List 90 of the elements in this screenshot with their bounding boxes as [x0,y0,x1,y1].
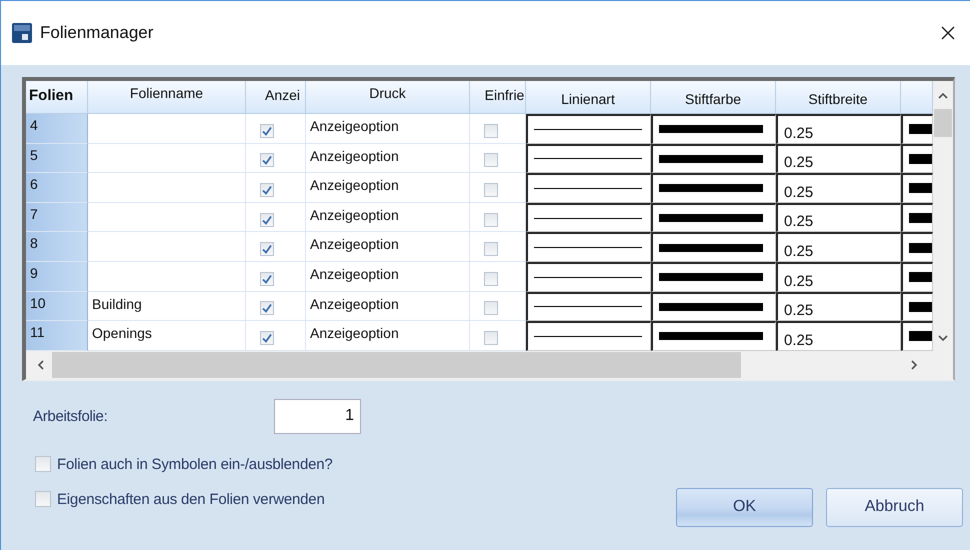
pen-color-swatch[interactable] [651,321,776,351]
color-swatch[interactable] [901,202,933,232]
checkbox-label[interactable]: Folien auch in Symbolen ein-/ausblenden? [57,456,333,473]
column-header[interactable]: Folienname [88,81,246,114]
row-header[interactable]: 4 [26,114,88,144]
row-header[interactable]: 5 [26,144,88,174]
line-style-swatch[interactable] [526,114,651,144]
table-cell: Anzeigeoption [306,232,470,262]
column-header[interactable]: Druck [306,81,470,114]
line-style-swatch[interactable] [526,173,651,203]
table-cell[interactable]: 0.25 [776,292,901,322]
ok-button[interactable]: OK [676,488,813,527]
table-cell[interactable]: 0.25 [776,114,901,144]
table-cell: Anzeigeoption [306,144,470,174]
table-cell: Building [88,292,246,322]
scroll-up-icon[interactable] [938,91,948,101]
checkbox[interactable] [260,182,274,197]
column-header[interactable]: Einfrie [470,81,526,114]
field-label: Arbeitsfolie: [33,408,108,425]
checkbox[interactable] [35,456,51,472]
line-style-swatch[interactable] [526,202,651,232]
table-cell: Anzeigeoption [306,114,470,144]
row-header[interactable]: 7 [26,202,88,232]
table-cell[interactable]: 0.25 [776,202,901,232]
table-cell[interactable]: 0.25 [776,232,901,262]
pen-color-swatch[interactable] [651,173,776,203]
checkbox[interactable] [484,301,498,316]
checkbox[interactable] [484,182,498,197]
table-cell[interactable]: 0.25 [776,321,901,351]
color-swatch[interactable] [901,292,933,322]
checkbox[interactable] [484,272,498,286]
table-cell[interactable]: 0.25 [776,262,901,292]
line-style-swatch[interactable] [526,144,651,174]
checkbox-label[interactable]: Eigenschaften aus den Folien verwenden [57,490,325,508]
table-cell: Anzeigeoption [306,292,470,322]
table-cell[interactable]: 0.25 [776,144,901,174]
scroll-left-icon[interactable] [36,360,46,370]
vertical-scrollbar[interactable] [933,81,953,351]
color-swatch[interactable] [901,114,933,144]
color-swatch[interactable] [901,321,933,351]
close-icon[interactable] [940,25,956,41]
checkbox[interactable] [484,124,498,138]
scroll-thumb[interactable] [52,352,742,378]
app-logo-icon [12,23,32,43]
table-cell[interactable]: 0.25 [776,173,901,203]
scroll-thumb[interactable] [934,109,952,137]
row-header[interactable]: 10 [26,292,88,322]
checkbox[interactable] [484,153,498,168]
row-header[interactable]: 8 [26,232,88,262]
cancel-button[interactable]: Abbruch [826,488,963,527]
checkbox[interactable] [484,242,498,256]
checkbox[interactable] [260,301,274,316]
column-header[interactable]: Anzei [246,81,306,114]
checkbox[interactable] [35,491,51,508]
checkbox[interactable] [484,212,498,227]
column-header[interactable]: Stiftbreite [776,81,901,114]
checkbox[interactable] [260,124,274,138]
color-swatch[interactable] [901,262,933,292]
column-header[interactable]: Folien [26,81,88,114]
line-style-swatch[interactable] [526,292,651,322]
checkbox[interactable] [260,330,274,345]
pen-color-swatch[interactable] [651,202,776,232]
checkbox[interactable] [260,153,274,168]
pen-color-swatch[interactable] [651,144,776,174]
table-cell: Anzeigeoption [306,202,470,232]
pen-color-swatch[interactable] [651,262,776,292]
line-style-swatch[interactable] [526,262,651,292]
table-cell: Anzeigeoption [306,173,470,203]
column-header[interactable]: Stiftfarbe [651,81,776,114]
pen-color-swatch[interactable] [651,292,776,322]
line-style-swatch[interactable] [526,321,651,351]
scroll-right-icon[interactable] [909,360,920,370]
row-header[interactable]: 6 [26,173,88,203]
input-field[interactable]: 1 [274,398,361,434]
pen-color-swatch[interactable] [651,114,776,144]
checkbox[interactable] [260,242,274,256]
color-swatch[interactable] [901,232,933,262]
column-header[interactable]: Linienart [526,81,651,114]
color-swatch[interactable] [901,144,933,174]
checkbox[interactable] [484,330,498,345]
checkbox[interactable] [260,272,274,286]
pen-color-swatch[interactable] [651,232,776,262]
scroll-down-icon[interactable] [938,332,948,343]
row-header[interactable]: 11 [26,321,88,351]
color-swatch[interactable] [901,173,933,203]
checkbox[interactable] [260,212,274,227]
row-header[interactable]: 9 [26,262,88,292]
line-style-swatch[interactable] [526,232,651,262]
table-cell: Anzeigeoption [306,262,470,292]
window-title: Folienmanager [40,23,154,43]
